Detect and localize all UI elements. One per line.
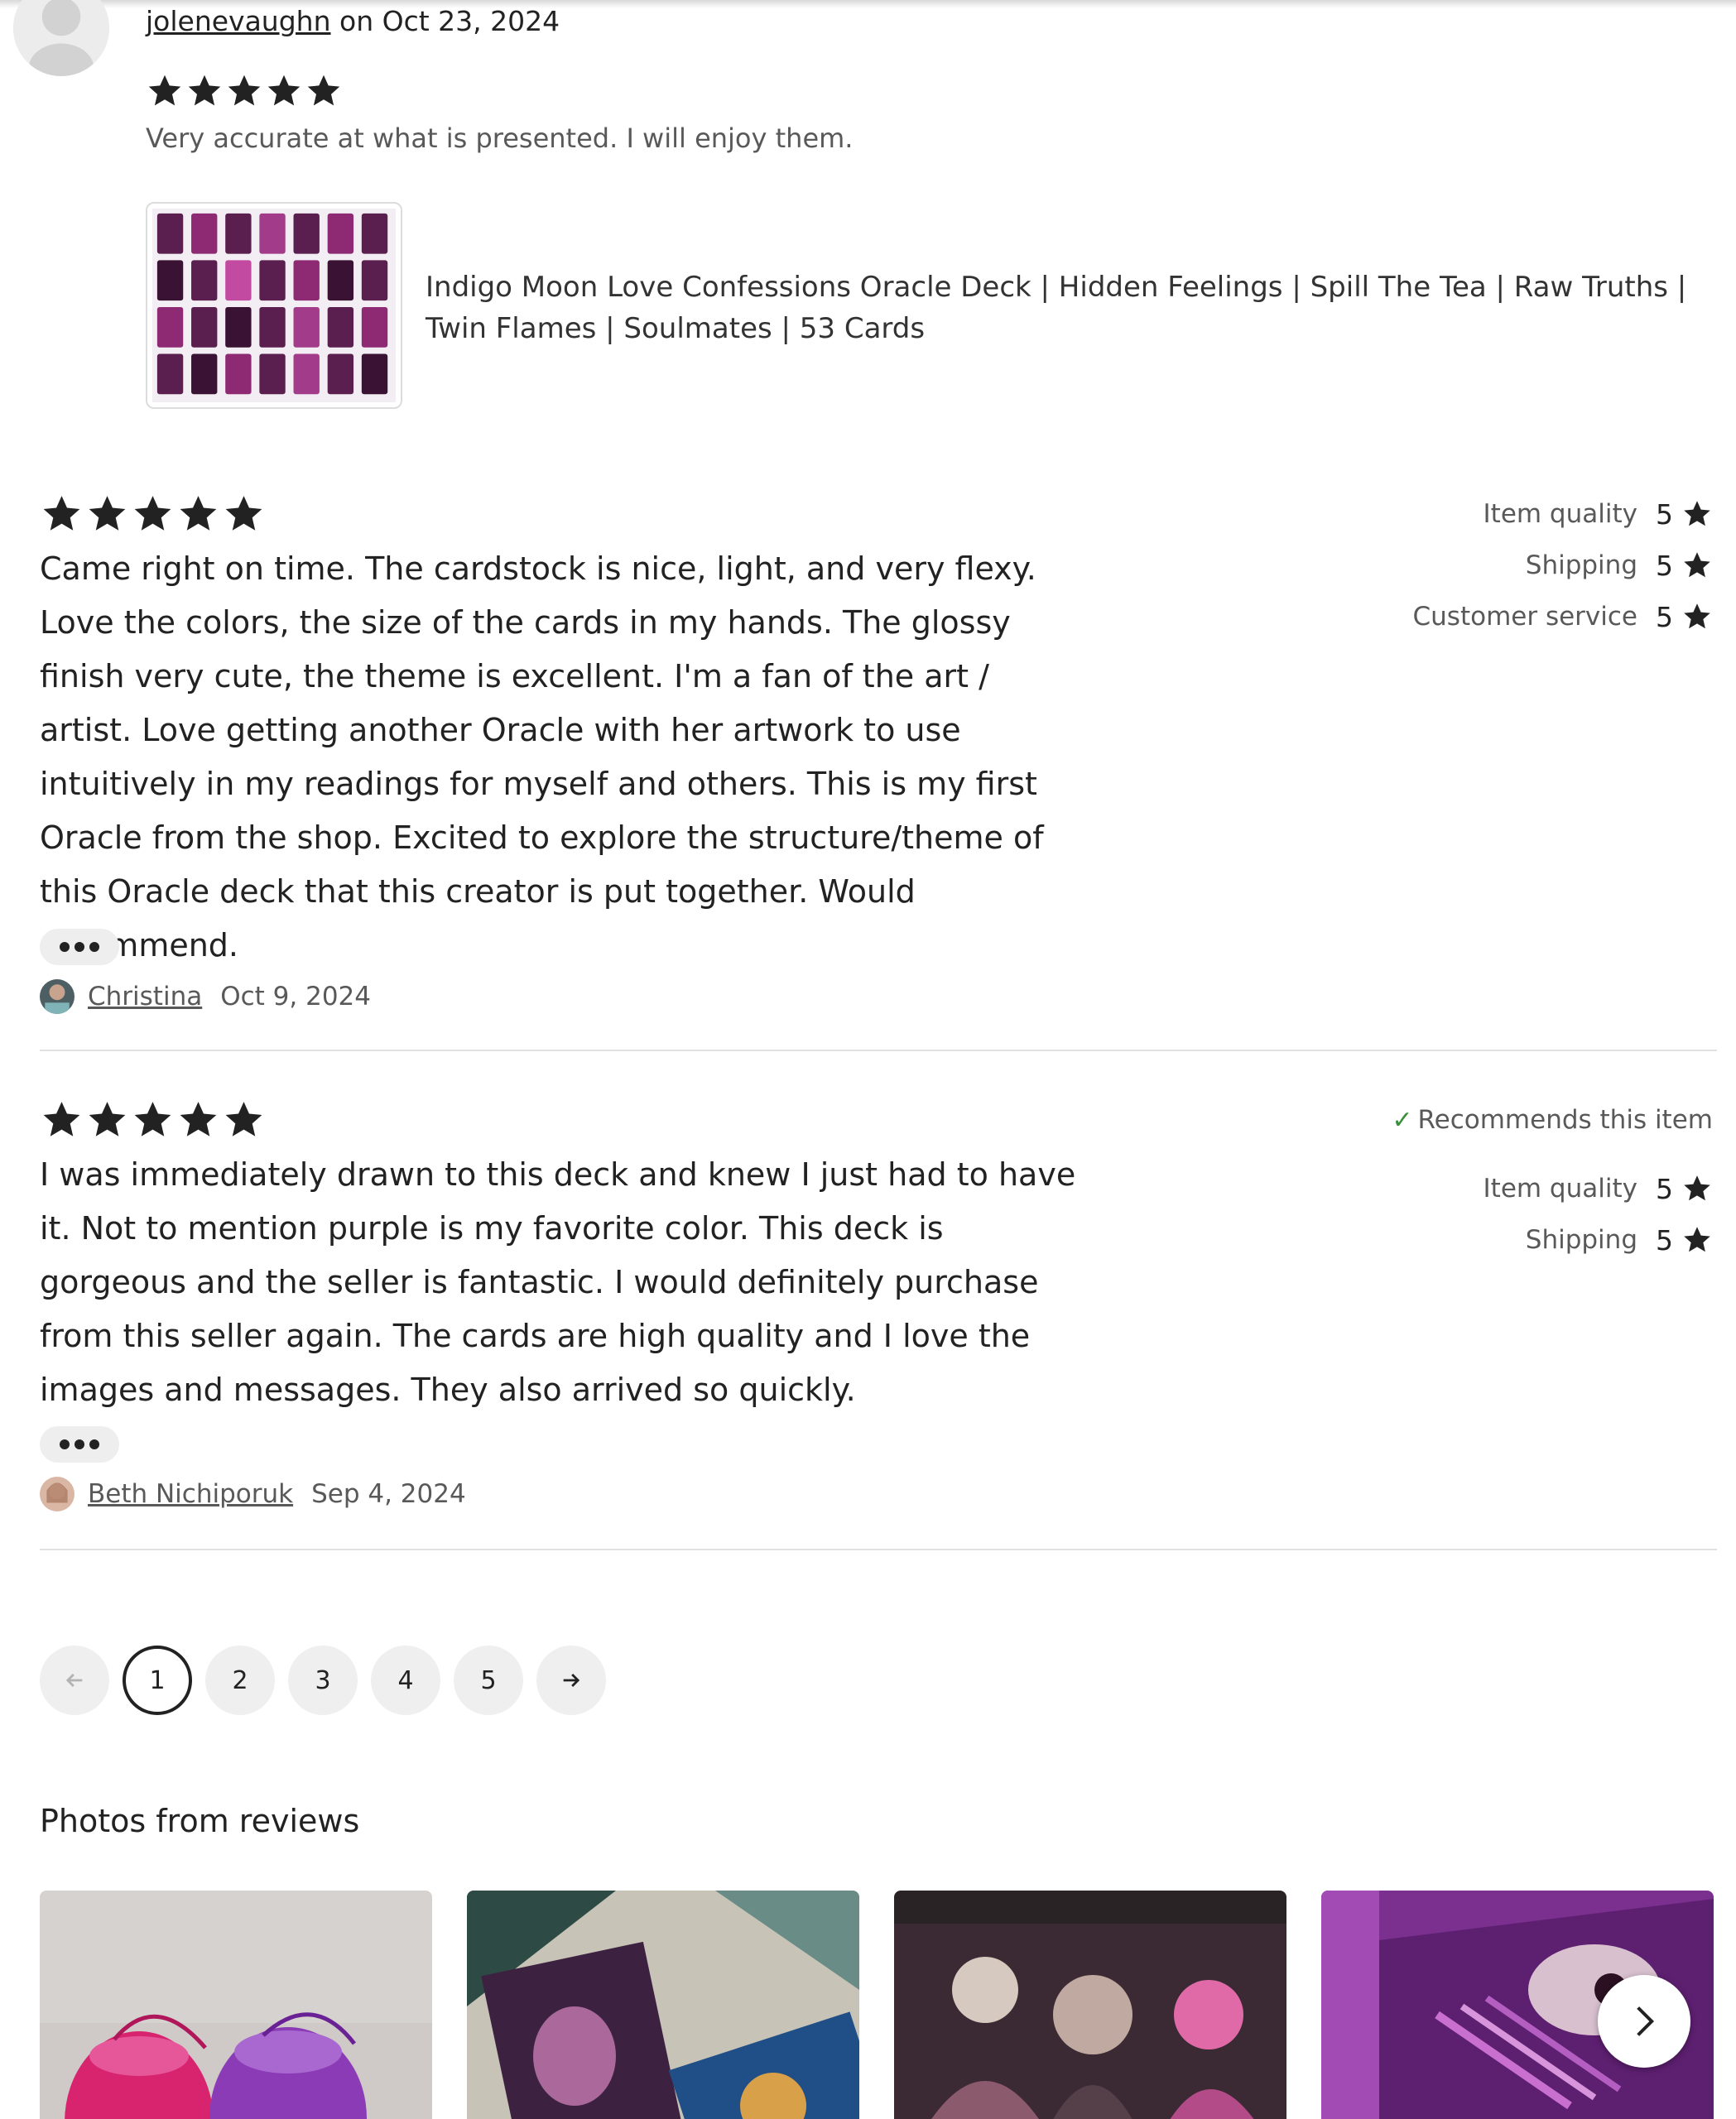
star-icon [222,493,266,535]
review-stars [146,73,343,109]
star-icon [225,73,263,109]
dot-icon [89,1439,99,1449]
product-thumbnail[interactable] [146,202,402,409]
author-name-link[interactable]: Beth Nichiporuk [88,1479,293,1509]
review-date: Oct 9, 2024 [220,982,371,1011]
page-button-5[interactable]: 5 [454,1646,523,1715]
star-icon [85,493,129,535]
review-photo[interactable] [467,1891,859,2119]
star-icon [40,493,84,535]
rating-value: 5 [1656,497,1673,531]
star-icon [146,73,184,109]
rating-label: Shipping [1525,1225,1637,1255]
review-photo[interactable] [894,1891,1286,2119]
star-icon [265,73,303,109]
review-photo[interactable] [40,1891,432,2119]
dot-icon [60,942,70,952]
review-author: Beth Nichiporuk Sep 4, 2024 [40,1477,466,1511]
rating-item-quality: Item quality 5 [1413,488,1713,540]
review-date: Sep 4, 2024 [311,1479,466,1509]
star-icon [185,73,224,109]
star-icon [40,1099,84,1141]
arrow-right-icon [563,1674,580,1687]
page-button-4[interactable]: 4 [371,1646,440,1715]
dot-icon [75,942,84,952]
review-meta: jolenevaughn on Oct 23, 2024 [146,5,560,37]
star-icon [85,1099,129,1141]
divider [40,1549,1717,1550]
rating-shipping: Shipping 5 [1392,1214,1713,1266]
star-icon [131,1099,175,1141]
page-button-1[interactable]: 1 [123,1646,192,1715]
rating-value: 5 [1656,1223,1673,1257]
reviewer-username-link[interactable]: jolenevaughn [146,5,331,37]
review-text: I was immediately drawn to this deck and… [40,1156,1076,1408]
rating-breakdown: Item quality 5 Shipping 5 Customer servi… [1413,488,1713,642]
rating-value: 5 [1656,549,1673,582]
reviewer-avatar[interactable] [13,0,109,76]
chevron-right-icon [1637,2006,1655,2036]
author-avatar[interactable] [40,1477,75,1511]
review-text: Very accurate at what is presented. I wi… [146,123,854,154]
rating-breakdown: ✓ Recommends this item Item quality 5 Sh… [1392,1095,1713,1266]
review-date: on Oct 23, 2024 [339,5,560,37]
dot-icon [75,1439,84,1449]
previous-page-button[interactable] [40,1646,109,1715]
rating-label: Customer service [1412,602,1637,632]
recommends-badge: ✓ Recommends this item [1392,1095,1713,1145]
star-icon [176,1099,220,1141]
rating-label: Item quality [1483,1174,1637,1204]
review-stars [40,1099,266,1141]
star-icon [176,493,220,535]
rating-value: 5 [1656,1172,1673,1205]
review-photos-carousel [40,1891,1714,2119]
dot-icon [89,942,99,952]
page-button-2[interactable]: 2 [205,1646,275,1715]
review-author: Christina Oct 9, 2024 [40,979,371,1014]
star-icon [1681,602,1713,632]
pagination: 1 2 3 4 5 [40,1646,606,1715]
carousel-next-button[interactable] [1598,1975,1690,2068]
default-user-icon [13,0,109,76]
star-icon [1681,1174,1713,1204]
star-icon [1681,499,1713,529]
star-icon [222,1099,266,1141]
recommends-label: Recommends this item [1417,1105,1714,1135]
star-icon [305,73,343,109]
more-options-button[interactable] [40,929,119,965]
dot-icon [60,1439,70,1449]
rating-shipping: Shipping 5 [1413,540,1713,591]
rating-item-quality: Item quality 5 [1392,1163,1713,1214]
author-name-link[interactable]: Christina [88,982,202,1011]
product-title-link[interactable]: Indigo Moon Love Confessions Oracle Deck… [426,267,1717,349]
star-icon [1681,550,1713,580]
product-image [152,209,396,402]
photos-heading: Photos from reviews [40,1803,360,1839]
rating-value: 5 [1656,600,1673,633]
page-button-3[interactable]: 3 [288,1646,358,1715]
review-stars [40,493,266,535]
more-options-button[interactable] [40,1426,119,1463]
rating-label: Item quality [1483,499,1637,529]
rating-label: Shipping [1525,550,1637,580]
checkmark-icon: ✓ [1392,1105,1413,1135]
review-text: Came right on time. The cardstock is nic… [40,550,1044,963]
author-avatar[interactable] [40,979,75,1014]
star-icon [131,493,175,535]
arrow-left-icon [65,1674,83,1687]
star-icon [1681,1225,1713,1255]
rating-customer-service: Customer service 5 [1413,591,1713,642]
next-page-button[interactable] [536,1646,606,1715]
divider [40,1050,1717,1051]
